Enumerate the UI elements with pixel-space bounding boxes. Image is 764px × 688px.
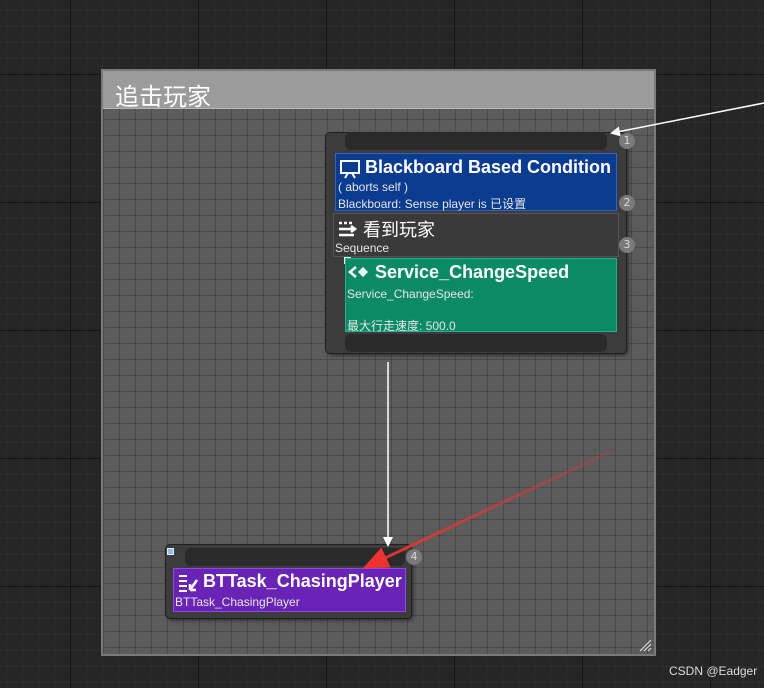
connection-wires [362, 102, 764, 569]
annotation-arrow [362, 450, 611, 569]
incoming-connection-wire [610, 102, 764, 137]
watermark: CSDN @Eadger [669, 664, 758, 678]
